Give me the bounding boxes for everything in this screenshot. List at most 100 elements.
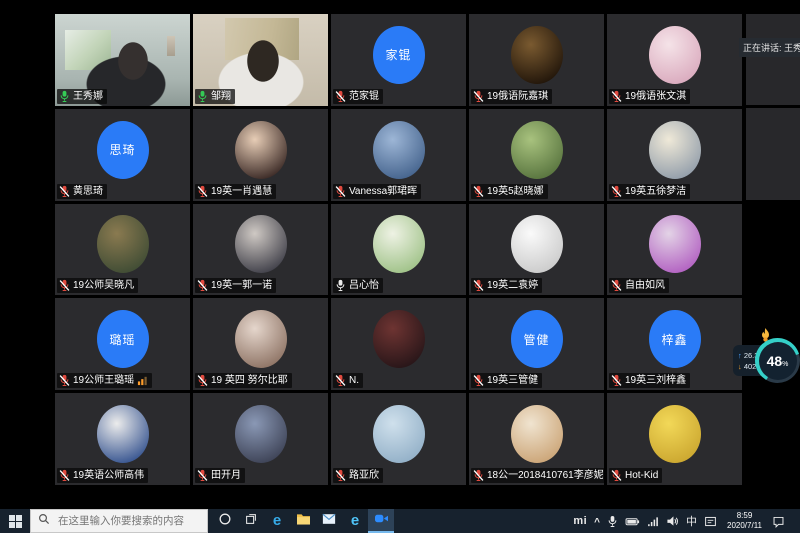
- participant-tile[interactable]: Vanessa郭珺晖: [331, 109, 466, 201]
- hidden-icons-chevron[interactable]: ^: [594, 517, 600, 528]
- taskbar-app-edge[interactable]: e: [264, 509, 290, 533]
- participant-name-label: 吕心怡: [333, 278, 383, 293]
- initials-avatar: 家锟: [373, 26, 425, 84]
- mic-muted-icon: [59, 185, 70, 198]
- participant-name-label: 19英三刘梓鑫: [609, 373, 690, 388]
- photo-avatar: [649, 215, 701, 273]
- netspeed-widget[interactable]: ↑ 26.3K/s ↓ 402K/s 48%: [733, 330, 799, 390]
- mic-muted-icon: [473, 90, 484, 103]
- participant-name-label: 黄思琦: [57, 184, 107, 199]
- photo-avatar: [511, 405, 563, 463]
- participant-tile[interactable]: 19 英四 努尔比耶: [193, 298, 328, 390]
- now-speaking-banner: 正在讲话: 王秀娜;: [739, 38, 800, 57]
- participant-name: 黄思琦: [73, 185, 103, 198]
- participant-name: N.: [349, 374, 359, 387]
- participant-grid: 王秀娜邹翔 家锟范家锟 19俄语阮嘉琪 19俄语张文淇思琦黄思琦 19英一肖遇慧 Vane…: [55, 14, 742, 485]
- participant-name-label: 19英三管健: [471, 373, 542, 388]
- windows-logo-icon: [9, 515, 22, 528]
- participant-tile[interactable]: 19英一郭一诺: [193, 204, 328, 296]
- ime-language-button[interactable]: 中: [686, 513, 697, 529]
- photo-avatar: [235, 405, 287, 463]
- taskbar-app-file-explorer[interactable]: [290, 509, 316, 533]
- photo-avatar: [97, 405, 149, 463]
- participant-tile[interactable]: 路亚欣: [331, 393, 466, 485]
- participant-name-label: 田开月: [195, 468, 245, 483]
- taskbar-clock[interactable]: 8:59 2020/7/11: [724, 511, 765, 531]
- windows-taskbar: e e mi ^ 中 8:59 2020/7/11: [0, 509, 800, 533]
- participant-tile[interactable]: 王秀娜: [55, 14, 190, 106]
- search-input[interactable]: [56, 514, 200, 528]
- photo-avatar: [97, 215, 149, 273]
- participant-name: Hot-Kid: [625, 469, 658, 482]
- initials-avatar: 管健: [511, 310, 563, 368]
- participant-name-label: 19英一肖遇慧: [195, 184, 276, 199]
- participant-tile[interactable]: 家锟范家锟: [331, 14, 466, 106]
- participant-tile[interactable]: 18公一2018410761李彦妮: [469, 393, 604, 485]
- photo-avatar: [373, 215, 425, 273]
- taskbar-app-cortana[interactable]: [212, 509, 238, 533]
- photo-avatar: [373, 121, 425, 179]
- participant-name-label: 范家锟: [333, 89, 383, 104]
- taskbar-app-tencent-meeting[interactable]: [368, 509, 394, 533]
- taskbar-app-internet-explorer[interactable]: e: [342, 509, 368, 533]
- task-view-icon: [244, 512, 258, 531]
- participant-tile[interactable]: 19英一肖遇慧: [193, 109, 328, 201]
- participant-name-label: 19俄语阮嘉琪: [471, 89, 552, 104]
- participant-name: 19英三刘梓鑫: [625, 374, 686, 387]
- memory-usage-ball[interactable]: 48%: [755, 338, 800, 383]
- mail-icon: [322, 512, 336, 530]
- participant-tile[interactable]: 19英语公师高伟: [55, 393, 190, 485]
- participant-name: 范家锟: [349, 90, 379, 103]
- participant-tile[interactable]: N.: [331, 298, 466, 390]
- internet-explorer-icon: e: [351, 512, 359, 530]
- taskbar-search[interactable]: [30, 509, 208, 533]
- meeting-app-window: 正在讲话: 王秀娜; 王秀娜邹翔 家锟范家锟 19俄语阮嘉琪 19俄语张文淇思琦黄思琦…: [0, 0, 800, 533]
- action-center-icon[interactable]: [772, 515, 785, 528]
- taskbar-app-task-view[interactable]: [238, 509, 264, 533]
- participant-tile[interactable]: 19英二袁婷: [469, 204, 604, 296]
- participant-tile[interactable]: 19英5赵晓娜: [469, 109, 604, 201]
- participant-name: 19 英四 努尔比耶: [211, 374, 288, 387]
- ime-panel-icon[interactable]: [704, 515, 717, 528]
- participant-name-label: 邹翔: [195, 89, 235, 104]
- mi-tray-icon[interactable]: mi: [573, 515, 587, 527]
- participant-name-label: 路亚欣: [333, 468, 383, 483]
- start-button[interactable]: [0, 509, 30, 533]
- participant-tile[interactable]: 19英五徐梦洁: [607, 109, 742, 201]
- participant-tile[interactable]: 管健 19英三管健: [469, 298, 604, 390]
- mic-muted-icon: [197, 469, 208, 482]
- battery-tray-icon[interactable]: [625, 516, 640, 527]
- mic-muted-icon: [335, 90, 346, 103]
- participant-tile[interactable]: 思琦黄思琦: [55, 109, 190, 201]
- mic-icon: [59, 90, 70, 103]
- participant-name-label: 自由如风: [609, 278, 669, 293]
- participant-name-label: 19英一郭一诺: [195, 278, 276, 293]
- participant-tile[interactable]: 自由如风: [607, 204, 742, 296]
- participant-tile[interactable]: 19公师吴晓凡: [55, 204, 190, 296]
- participant-tile[interactable]: 璐瑶19公师王璐瑶: [55, 298, 190, 390]
- participant-tile[interactable]: 吕心怡: [331, 204, 466, 296]
- participant-name: 18公一2018410761李彦妮: [487, 469, 603, 482]
- initials-avatar: 璐瑶: [97, 310, 149, 368]
- edge-icon: e: [273, 512, 281, 530]
- participant-tile[interactable]: 田开月: [193, 393, 328, 485]
- participant-tile[interactable]: Hot-Kid: [607, 393, 742, 485]
- participant-name: 19俄语阮嘉琪: [487, 90, 548, 103]
- volume-tray-icon[interactable]: [666, 515, 679, 527]
- participant-name: 19英一肖遇慧: [211, 185, 272, 198]
- file-explorer-icon: [296, 512, 311, 530]
- network-tray-icon[interactable]: [647, 516, 659, 527]
- mic-muted-icon: [197, 185, 208, 198]
- taskbar-app-mail[interactable]: [316, 509, 342, 533]
- participant-name-label: 18公一2018410761李彦妮: [471, 468, 604, 483]
- participant-tile[interactable]: 邹翔: [193, 14, 328, 106]
- participant-tile[interactable]: 19俄语阮嘉琪: [469, 14, 604, 106]
- system-tray: mi ^ 中 8:59 2020/7/11: [573, 509, 800, 533]
- participant-tile[interactable]: 梓鑫19英三刘梓鑫: [607, 298, 742, 390]
- participant-tile[interactable]: 19俄语张文淇: [607, 14, 742, 106]
- participant-name-label: Hot-Kid: [609, 468, 662, 483]
- mic-muted-icon: [59, 374, 70, 387]
- photo-avatar: [373, 310, 425, 368]
- mic-muted-icon: [473, 279, 484, 292]
- microphone-tray-icon[interactable]: [607, 515, 618, 528]
